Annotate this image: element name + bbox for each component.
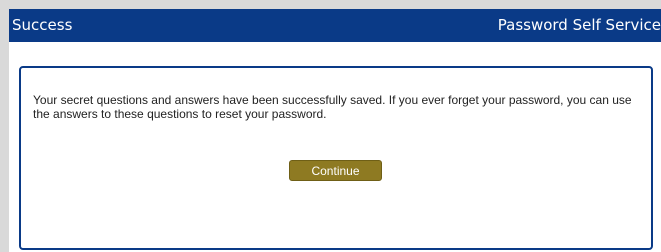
header-bar: Success Password Self Service xyxy=(9,9,661,42)
success-message: Your secret questions and answers have b… xyxy=(33,93,632,121)
continue-button[interactable]: Continue xyxy=(289,160,382,181)
success-panel: Your secret questions and answers have b… xyxy=(19,66,653,250)
app-name: Password Self Service xyxy=(497,16,661,34)
page-title: Success xyxy=(12,16,73,34)
